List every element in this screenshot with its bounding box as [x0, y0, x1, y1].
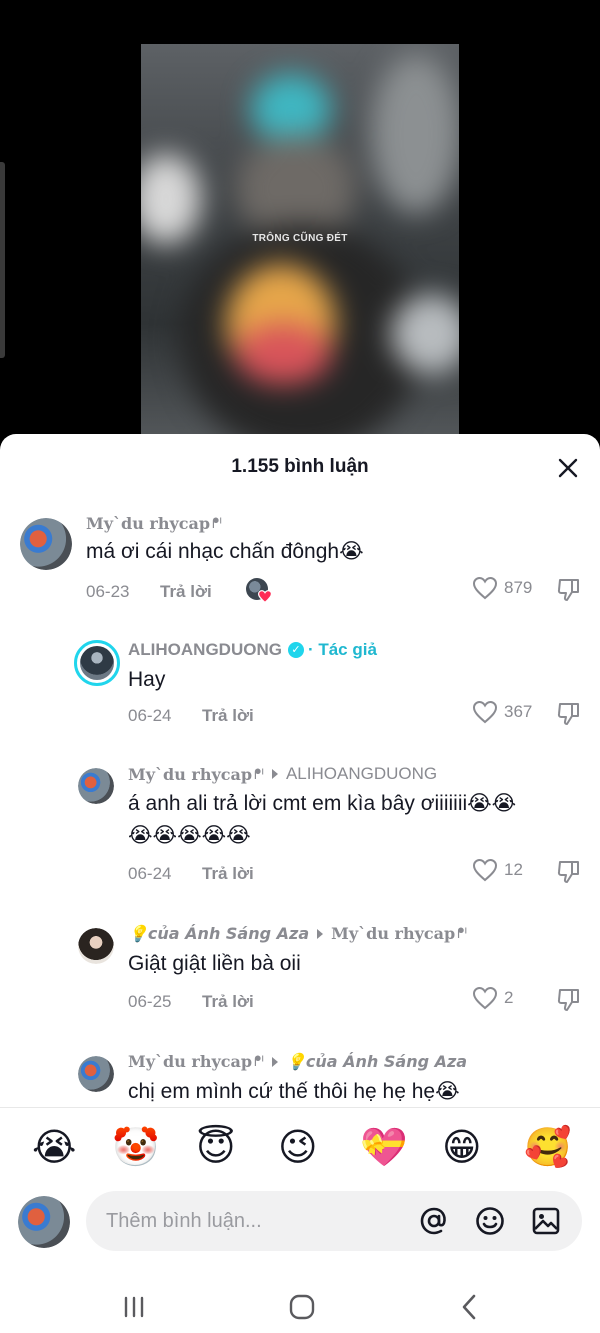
avatar[interactable]	[78, 928, 114, 964]
like-count: 879	[504, 578, 533, 597]
video-blob	[236, 324, 331, 384]
avatar[interactable]	[78, 1056, 114, 1092]
heart-icon	[472, 858, 498, 882]
avatar-image	[78, 928, 114, 964]
comment-text: chị em mình cứ thế thôi hẹ hẹ hẹ😭	[128, 1080, 460, 1103]
avatar-image	[78, 1056, 114, 1092]
reply-button[interactable]: Trả lời	[160, 582, 212, 602]
comment-text: Hay	[128, 668, 166, 691]
avatar[interactable]	[20, 518, 72, 570]
comment-input-placeholder: Thêm bình luận...	[106, 1210, 262, 1232]
comment-date: 06-25	[128, 992, 172, 1011]
avatar-image	[80, 646, 114, 680]
heart-badge-icon	[258, 590, 272, 603]
back-icon[interactable]	[450, 1287, 490, 1327]
heart-icon	[472, 986, 498, 1010]
like-button[interactable]: 367	[472, 700, 532, 724]
like-count: 12	[504, 860, 523, 879]
video-area[interactable]: TRÔNG CŨNG ĐÉT	[0, 0, 600, 460]
comment-username[interactable]: My`du rhycap ᖰᑊ	[86, 514, 222, 533]
close-icon[interactable]	[556, 456, 580, 480]
comment-username[interactable]: ALIHOANGDUONG ✓ · Tác giả	[128, 640, 377, 660]
avatar[interactable]	[78, 768, 114, 804]
like-button[interactable]: 2	[472, 986, 513, 1010]
avatar-image	[78, 768, 114, 804]
reply-arrow-icon	[271, 769, 278, 779]
system-navigation-bar	[0, 1277, 600, 1333]
like-count: 367	[504, 702, 533, 721]
video-blob	[371, 54, 459, 214]
dislike-icon[interactable]	[556, 701, 582, 727]
video-blur	[141, 44, 459, 444]
reply-button[interactable]: Trả lời	[202, 706, 254, 726]
emoji-clown[interactable]: 🤡	[112, 1124, 159, 1172]
divider	[0, 1107, 600, 1108]
creator-liked-badge	[246, 578, 272, 604]
username-text: ALIHOANGDUONG	[128, 640, 282, 659]
comment-text: Giật giật liền bà oii	[128, 952, 301, 975]
reply-to-username[interactable]: ALIHOANGDUONG	[286, 764, 437, 784]
video-caption: TRÔNG CŨNG ĐÉT	[252, 233, 348, 244]
username-text: My`du rhycap	[128, 1052, 253, 1071]
dislike-icon[interactable]	[556, 859, 582, 885]
comment-count-title: 1.155 bình luận	[231, 456, 369, 477]
emoji-wink[interactable]: 😉	[278, 1124, 318, 1172]
current-user-avatar[interactable]	[18, 1196, 70, 1248]
reply-arrow-icon	[271, 1056, 278, 1067]
avatar-image	[18, 1196, 70, 1248]
reply-to-username[interactable]: 💡của Ánh Sáng Aza	[286, 1052, 467, 1071]
dislike-icon[interactable]	[556, 577, 582, 603]
heart-icon	[472, 576, 498, 600]
username-text: 💡của Ánh Sáng Aza	[128, 924, 310, 943]
username-decoration: ᖰᑊ	[254, 1053, 264, 1069]
emoji-icon[interactable]	[474, 1205, 506, 1237]
emoji-quick-bar: 😭 🤡 😇 😉 💝 😁 🥰	[0, 1124, 600, 1174]
emoji-grin[interactable]: 😁	[442, 1124, 482, 1172]
emoji-crying[interactable]: 😭	[32, 1124, 76, 1172]
like-count: 2	[504, 988, 514, 1007]
comment-text-line: á anh ali trả lời cmt em kìa bây ơiiiiii…	[128, 792, 517, 815]
avatar[interactable]	[74, 640, 120, 686]
comment-username[interactable]: 💡của Ánh Sáng Aza My`du rhycap ᖰᑊ	[128, 924, 467, 943]
dislike-icon[interactable]	[556, 987, 582, 1013]
comment-date: 06-24	[128, 706, 172, 725]
video-thumbnail[interactable]: TRÔNG CŨNG ĐÉT	[141, 44, 459, 444]
reply-arrow-icon	[317, 928, 324, 939]
author-tag: · Tác giả	[307, 640, 377, 659]
reply-button[interactable]: Trả lời	[202, 864, 254, 884]
emoji-heart-gift[interactable]: 💝	[360, 1124, 407, 1172]
username-text: My`du rhycap	[128, 764, 253, 784]
username-text: My`du rhycap	[86, 514, 211, 533]
avatar-image	[20, 518, 72, 570]
comments-sheet: 1.155 bình luận My`du rhycap ᖰᑊ má ơi cá…	[0, 434, 600, 1333]
comment-text-line: 😭😭😭😭😭	[128, 824, 251, 847]
video-blob	[141, 154, 201, 244]
mention-icon[interactable]	[418, 1205, 450, 1237]
emoji-smiling-hearts[interactable]: 🥰	[524, 1124, 571, 1172]
username-decoration: ᖰᑊ	[212, 515, 222, 531]
comment-date: 06-24	[128, 864, 172, 883]
comment-text: má ơi cái nhạc chấn đôngh😭	[86, 540, 364, 563]
emoji-angel[interactable]: 😇	[196, 1124, 236, 1172]
username-decoration: ᖰᑊ	[457, 925, 468, 941]
comment-username[interactable]: My`du rhycap ᖰᑊ 💡của Ánh Sáng Aza	[128, 1052, 467, 1071]
like-button[interactable]: 12	[472, 858, 523, 882]
comment-input[interactable]: Thêm bình luận...	[86, 1191, 582, 1251]
home-icon[interactable]	[282, 1287, 322, 1327]
recent-apps-icon[interactable]	[114, 1287, 154, 1327]
username-decoration: ᖰᑊ	[254, 765, 264, 782]
verified-icon: ✓	[287, 642, 304, 658]
image-icon[interactable]	[530, 1205, 562, 1237]
side-handle[interactable]	[0, 162, 5, 358]
comment-date: 06-23	[86, 582, 130, 601]
reply-button[interactable]: Trả lời	[202, 992, 254, 1012]
reply-to-username[interactable]: My`du rhycap	[331, 924, 455, 943]
comment-username[interactable]: My`du rhycap ᖰᑊ ALIHOANGDUONG	[128, 764, 437, 784]
heart-icon	[472, 700, 498, 724]
like-button[interactable]: 879	[472, 576, 532, 600]
